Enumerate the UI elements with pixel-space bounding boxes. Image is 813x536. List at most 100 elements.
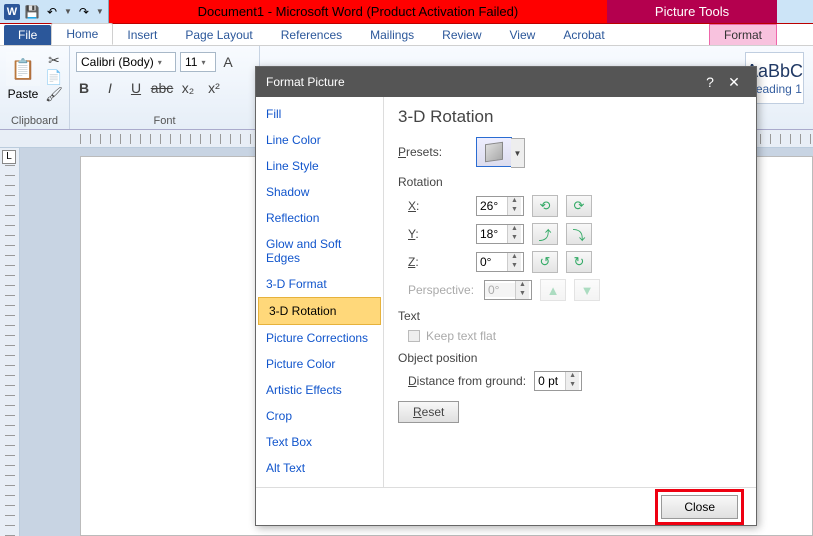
- copy-icon[interactable]: 📄: [46, 69, 62, 85]
- rotate-z-ccw-icon[interactable]: ↺: [532, 251, 558, 273]
- vertical-ruler[interactable]: L: [0, 148, 20, 536]
- distance-spinner[interactable]: ▲▼: [534, 371, 582, 391]
- cat-3d-format[interactable]: 3-D Format: [256, 271, 383, 297]
- dialog-close-x-button[interactable]: ✕: [722, 74, 746, 91]
- tab-file[interactable]: File: [4, 25, 51, 45]
- rotation-z-input[interactable]: [477, 255, 507, 269]
- perspective-spinner: ▲▼: [484, 280, 532, 300]
- title-bar: W 💾 ↶▼ ↷ ▼ Document1 - Microsoft Word (P…: [0, 0, 813, 24]
- dialog-footer: Close: [256, 487, 756, 525]
- spin-down-icon[interactable]: ▼: [508, 234, 521, 243]
- tab-format[interactable]: Format: [709, 24, 777, 45]
- presets-button[interactable]: ▼: [476, 137, 512, 167]
- spin-down-icon[interactable]: ▼: [566, 381, 579, 390]
- z-label: Z:: [398, 255, 468, 269]
- perspective-label: Perspective:: [398, 283, 476, 297]
- tab-view[interactable]: View: [496, 25, 550, 45]
- rotation-x-input[interactable]: [477, 199, 507, 213]
- cat-3d-rotation[interactable]: 3-D Rotation: [258, 297, 381, 325]
- strikethrough-button[interactable]: abc: [154, 80, 170, 96]
- dialog-title-bar[interactable]: Format Picture ? ✕: [256, 67, 756, 97]
- dialog-content-panel: 3-D Rotation Presets: ▼ Rotation X: ▲▼ ⟲…: [384, 97, 756, 487]
- rotation-y-spinner[interactable]: ▲▼: [476, 224, 524, 244]
- undo-dropdown-icon[interactable]: ▼: [64, 7, 72, 16]
- rotate-x-right-icon[interactable]: ⟳: [566, 195, 592, 217]
- group-font: Calibri (Body)▾ 11▾ A B I U abc x₂ x² Fo…: [70, 46, 260, 129]
- qat-customize-icon[interactable]: ▼: [96, 7, 104, 16]
- format-painter-icon[interactable]: 🖌: [46, 86, 62, 102]
- cat-line-style[interactable]: Line Style: [256, 153, 383, 179]
- cat-crop[interactable]: Crop: [256, 403, 383, 429]
- spin-up-icon[interactable]: ▲: [508, 253, 521, 262]
- perspective-narrow-icon: ▲: [540, 279, 566, 301]
- tab-page-layout[interactable]: Page Layout: [171, 25, 266, 45]
- superscript-button[interactable]: x²: [206, 80, 222, 96]
- rotate-z-cw-icon[interactable]: ↻: [566, 251, 592, 273]
- perspective-input: [485, 283, 515, 297]
- rotate-y-up-icon[interactable]: ⤴: [532, 223, 558, 245]
- italic-button[interactable]: I: [102, 80, 118, 96]
- font-name-value: Calibri (Body): [81, 55, 154, 69]
- rotation-z-spinner[interactable]: ▲▼: [476, 252, 524, 272]
- group-clipboard: 📋 Paste ✂ 📄 🖌 Clipboard: [0, 46, 70, 129]
- cut-icon[interactable]: ✂: [46, 52, 62, 68]
- spin-up-icon[interactable]: ▲: [508, 197, 521, 206]
- clipboard-group-label: Clipboard: [0, 115, 69, 127]
- spin-up-icon[interactable]: ▲: [508, 225, 521, 234]
- subscript-button[interactable]: x₂: [180, 80, 196, 96]
- window-title: Document1 - Microsoft Word (Product Acti…: [109, 0, 607, 23]
- spin-down-icon: ▼: [516, 290, 529, 299]
- panel-heading: 3-D Rotation: [398, 107, 742, 127]
- cat-picture-corrections[interactable]: Picture Corrections: [256, 325, 383, 351]
- font-size-value: 11: [185, 55, 197, 69]
- rotation-y-input[interactable]: [477, 227, 507, 241]
- tab-review[interactable]: Review: [428, 25, 495, 45]
- font-name-combo[interactable]: Calibri (Body)▾: [76, 52, 176, 72]
- grow-font-icon[interactable]: A: [220, 54, 236, 70]
- rotate-y-down-icon[interactable]: ⤵: [566, 223, 592, 245]
- distance-input[interactable]: [535, 374, 565, 388]
- distance-label: Distance from ground:: [398, 374, 526, 388]
- tab-mailings[interactable]: Mailings: [356, 25, 428, 45]
- perspective-widen-icon: ▼: [574, 279, 600, 301]
- rotation-section-label: Rotation: [398, 175, 742, 189]
- font-size-combo[interactable]: 11▾: [180, 52, 216, 72]
- close-button-highlight: Close: [655, 489, 744, 525]
- cat-reflection[interactable]: Reflection: [256, 205, 383, 231]
- tab-insert[interactable]: Insert: [113, 25, 171, 45]
- dialog-title: Format Picture: [266, 75, 345, 89]
- spin-up-icon[interactable]: ▲: [566, 372, 579, 381]
- close-button[interactable]: Close: [661, 495, 738, 519]
- cat-line-color[interactable]: Line Color: [256, 127, 383, 153]
- tab-home[interactable]: Home: [51, 23, 113, 45]
- tab-references[interactable]: References: [267, 25, 356, 45]
- tab-acrobat[interactable]: Acrobat: [549, 25, 618, 45]
- paste-label: Paste: [8, 87, 39, 101]
- rotate-x-left-icon[interactable]: ⟲: [532, 195, 558, 217]
- picture-tools-tab-header: Picture Tools: [607, 0, 777, 23]
- save-icon[interactable]: 💾: [24, 4, 40, 20]
- cat-artistic-effects[interactable]: Artistic Effects: [256, 377, 383, 403]
- paste-icon[interactable]: 📋: [6, 52, 40, 86]
- cat-fill[interactable]: Fill: [256, 101, 383, 127]
- bold-button[interactable]: B: [76, 80, 92, 96]
- presets-dropdown-icon[interactable]: ▼: [511, 138, 525, 168]
- reset-button[interactable]: Reset: [398, 401, 459, 423]
- cat-text-box[interactable]: Text Box: [256, 429, 383, 455]
- dialog-help-button[interactable]: ?: [698, 74, 722, 90]
- redo-icon[interactable]: ↷: [76, 4, 92, 20]
- object-position-section-label: Object position: [398, 351, 742, 365]
- rotation-x-spinner[interactable]: ▲▼: [476, 196, 524, 216]
- cat-alt-text[interactable]: Alt Text: [256, 455, 383, 481]
- underline-button[interactable]: U: [128, 80, 144, 96]
- undo-icon[interactable]: ↶: [44, 4, 60, 20]
- cat-glow[interactable]: Glow and Soft Edges: [256, 231, 383, 271]
- text-section-label: Text: [398, 309, 742, 323]
- cat-picture-color[interactable]: Picture Color: [256, 351, 383, 377]
- presets-label: Presets:: [398, 145, 468, 159]
- tab-selector-icon[interactable]: L: [2, 150, 16, 164]
- cat-shadow[interactable]: Shadow: [256, 179, 383, 205]
- spin-down-icon[interactable]: ▼: [508, 262, 521, 271]
- spin-down-icon[interactable]: ▼: [508, 206, 521, 215]
- format-picture-dialog: Format Picture ? ✕ Fill Line Color Line …: [255, 66, 757, 526]
